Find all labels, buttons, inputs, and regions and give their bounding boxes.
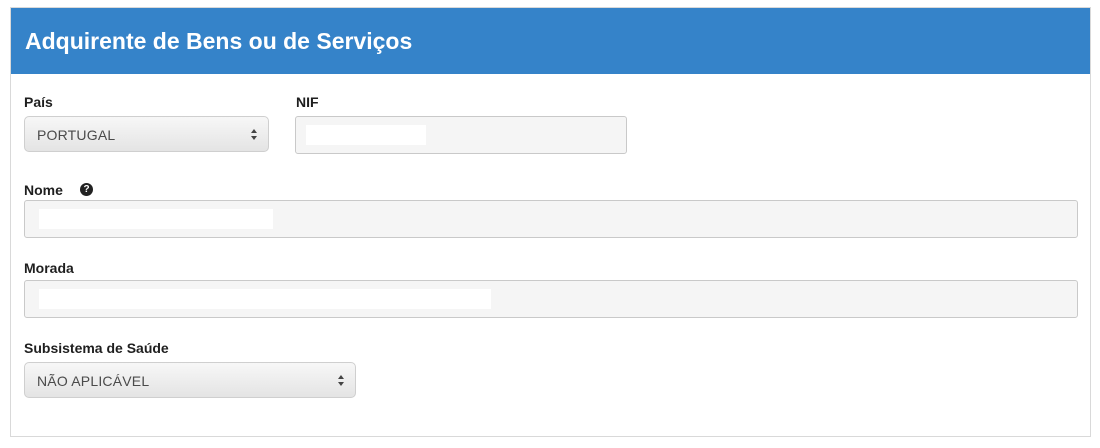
subsistema-select[interactable]: NÃO APLICÁVEL xyxy=(24,362,356,398)
nome-input[interactable] xyxy=(24,200,1078,238)
morada-redacted-value xyxy=(39,289,491,309)
select-arrows-icon xyxy=(338,375,344,386)
pais-select[interactable]: PORTUGAL xyxy=(24,116,269,152)
morada-input[interactable] xyxy=(24,280,1078,318)
panel-header: Adquirente de Bens ou de Serviços xyxy=(11,8,1090,74)
nif-label: NIF xyxy=(296,94,319,110)
question-circle-icon[interactable]: ? xyxy=(80,183,93,196)
adquirente-panel: Adquirente de Bens ou de Serviços País P… xyxy=(10,7,1091,437)
panel-title: Adquirente de Bens ou de Serviços xyxy=(25,28,413,54)
nif-redacted-value xyxy=(306,125,426,145)
pais-selected-value: PORTUGAL xyxy=(37,127,116,143)
morada-label: Morada xyxy=(24,260,74,276)
nome-redacted-value xyxy=(39,209,273,229)
nome-label: Nome xyxy=(24,182,63,198)
subsistema-selected-value: NÃO APLICÁVEL xyxy=(37,373,150,389)
select-arrows-icon xyxy=(251,129,257,140)
pais-label: País xyxy=(24,94,53,110)
subsistema-label: Subsistema de Saúde xyxy=(24,340,169,356)
nif-input[interactable] xyxy=(295,116,627,154)
